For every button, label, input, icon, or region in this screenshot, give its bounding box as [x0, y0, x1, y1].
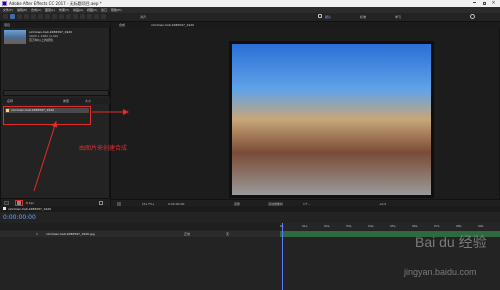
- layer-mode[interactable]: 正常: [184, 231, 190, 237]
- layer-number: 1: [36, 232, 38, 236]
- ruler-label-6: 06s: [412, 224, 418, 228]
- ruler-label-7: 07s: [434, 224, 440, 228]
- ruler-label-5: 05s: [390, 224, 396, 228]
- ruler-label-4: 04s: [368, 224, 374, 228]
- ruler-label-3: 03s: [346, 224, 352, 228]
- timeline-timecode[interactable]: 0:00:00:00: [3, 214, 36, 221]
- watermark-brand: Bai du 经验: [415, 234, 487, 250]
- ruler-label-8: 08s: [456, 224, 462, 228]
- annotation-text: 由图片来创建合成: [79, 145, 128, 152]
- ruler-label-9: 09s: [478, 224, 484, 228]
- timeline-tab-row: old-town-hall-2286597_1920: [0, 206, 500, 212]
- timeline-ruler[interactable]: 0s 01s 02s 03s 04s 05s 06s 07s 08s 09s: [280, 223, 500, 230]
- ruler-label-1: 01s: [302, 224, 308, 228]
- current-time-indicator[interactable]: [282, 223, 283, 290]
- layer-name[interactable]: old-town-hall-2286597_1920.jpg: [46, 231, 95, 237]
- annotation-arrow-to-item: [33, 121, 58, 192]
- layer-row[interactable]: 1 old-town-hall-2286597_1920.jpg 正常 无: [0, 231, 280, 237]
- layer-parent[interactable]: 无: [226, 231, 229, 237]
- watermark-url: jingyan.baidu.com: [404, 267, 477, 277]
- close-tab-icon[interactable]: [3, 207, 6, 210]
- timeline-tab[interactable]: old-town-hall-2286597_1920: [8, 206, 51, 212]
- ruler-label-2: 02s: [324, 224, 330, 228]
- timeline-header-left: [0, 223, 280, 230]
